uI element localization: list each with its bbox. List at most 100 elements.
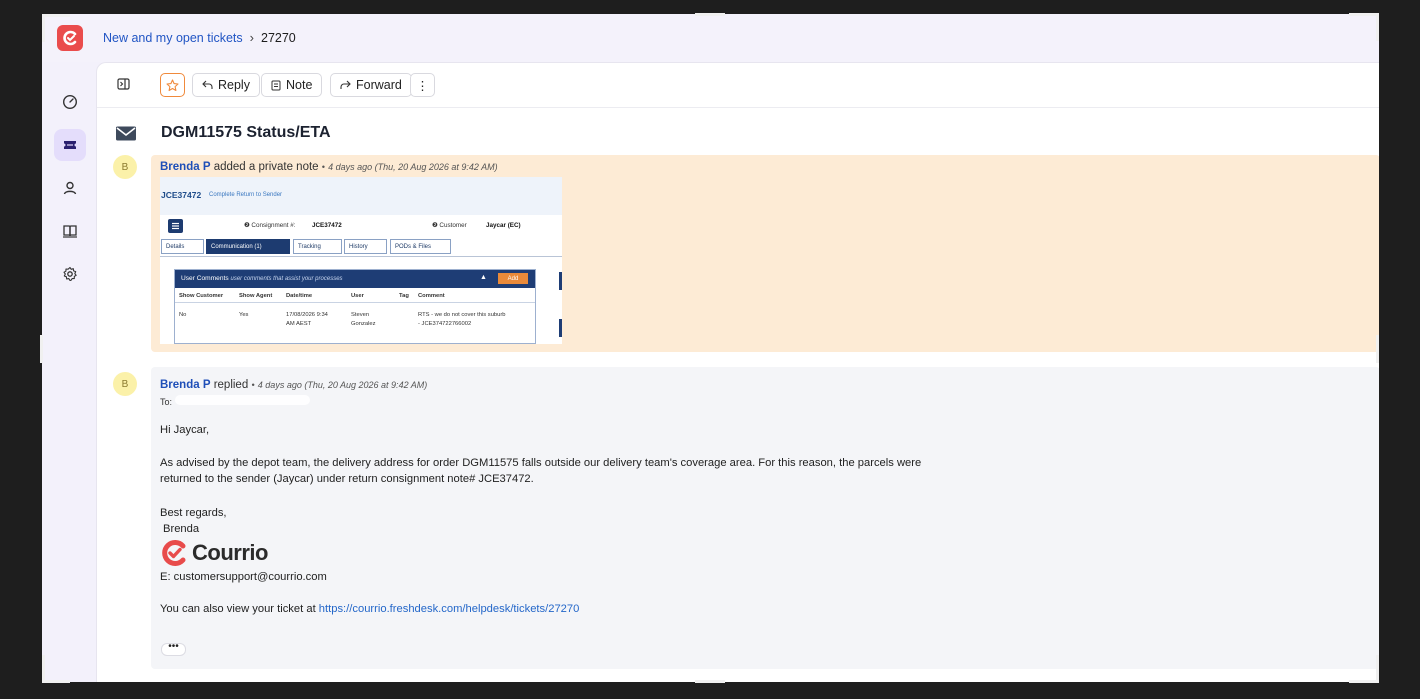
shot-tabs: Details Communication (1) Tracking Histo… bbox=[160, 239, 562, 257]
nav-tickets[interactable] bbox=[54, 129, 86, 161]
shot-col-user: User bbox=[351, 293, 364, 299]
shot-comments-panel: User Comments user comments that assist … bbox=[174, 269, 536, 344]
star-button[interactable] bbox=[160, 73, 185, 97]
reply-arrow-icon bbox=[202, 80, 213, 89]
top-bar: New and my open tickets › 27270 bbox=[42, 14, 1379, 62]
shot-right-edge-bar-2 bbox=[559, 319, 562, 337]
shot-cell-comment: RTS - we do not cover this suburb - JCE37… bbox=[418, 311, 506, 329]
reply-signature-name: Brenda bbox=[163, 523, 200, 535]
ticket-toolbar: Reply Note Forward ⋮ bbox=[97, 63, 1379, 108]
more-dots-icon: ⋮ bbox=[416, 78, 429, 93]
book-icon bbox=[63, 225, 77, 238]
shot-cell-datetime-1: 17/08/2026 9:34 bbox=[286, 312, 328, 318]
crop-marker bbox=[1376, 13, 1379, 41]
app-logo[interactable] bbox=[57, 25, 83, 51]
private-note-card: Brenda P added a private note • 4 days a… bbox=[151, 155, 1379, 352]
reply-action: replied bbox=[213, 379, 249, 391]
reply-button[interactable]: Reply bbox=[192, 73, 260, 97]
nav-dashboard[interactable] bbox=[54, 86, 86, 118]
shot-cell-datetime-2: AM AEST bbox=[286, 321, 312, 327]
logo-icon bbox=[63, 30, 77, 46]
toggle-sidebar-button[interactable] bbox=[117, 77, 130, 95]
shot-tab-pods: PODs & Files bbox=[390, 239, 451, 254]
note-author-avatar: B bbox=[113, 155, 137, 179]
shot-col-tag: Tag bbox=[399, 293, 409, 299]
crop-marker bbox=[42, 655, 45, 683]
shot-panel-title-text: User Comments bbox=[181, 275, 229, 282]
shot-add-button: Add bbox=[498, 273, 528, 284]
shot-collapse-caret-icon: ▲ bbox=[480, 274, 487, 281]
note-meta: Brenda P added a private note • 4 days a… bbox=[160, 161, 498, 173]
shot-right-edge-bar bbox=[559, 272, 562, 290]
reply-to-label: To: bbox=[160, 397, 173, 407]
forward-button[interactable]: Forward bbox=[330, 73, 412, 97]
shot-tab-details: Details bbox=[161, 239, 204, 254]
nav-contacts[interactable] bbox=[54, 172, 86, 204]
reply-signoff: Best regards, bbox=[160, 507, 227, 519]
shot-customer-label: ❷ Customer bbox=[432, 222, 467, 229]
breadcrumb: New and my open tickets › 27270 bbox=[103, 30, 296, 45]
app-window: New and my open tickets › 27270 Reply No… bbox=[42, 14, 1379, 682]
forward-arrow-icon bbox=[340, 80, 351, 89]
gear-icon bbox=[63, 266, 77, 282]
breadcrumb-current: 27270 bbox=[261, 30, 296, 45]
ticket-detail-panel: Reply Note Forward ⋮ DGM11575 Status/ETA… bbox=[96, 62, 1379, 682]
reply-timestamp: 4 days ago (Thu, 20 Aug 2026 at 9:42 AM) bbox=[257, 380, 428, 390]
show-quoted-text-button[interactable]: ••• bbox=[161, 642, 186, 656]
reply-label: Reply bbox=[218, 78, 250, 92]
panel-toggle-icon bbox=[117, 78, 130, 90]
reply-greeting: Hi Jaycar, bbox=[160, 424, 210, 436]
person-icon bbox=[63, 181, 77, 195]
shot-menu-icon bbox=[168, 219, 183, 233]
reply-view-ticket-line: You can also view your ticket at https:/… bbox=[160, 601, 579, 617]
shot-panel-subtitle: user comments that assist your processes bbox=[230, 276, 343, 282]
more-actions-button[interactable]: ⋮ bbox=[410, 73, 435, 97]
crop-marker bbox=[1349, 13, 1379, 16]
shot-col-show-agent: Show Agent bbox=[239, 293, 273, 299]
reply-author-avatar: B bbox=[113, 372, 137, 396]
breadcrumb-parent-link[interactable]: New and my open tickets bbox=[103, 31, 243, 45]
shot-cell-user-1: Steven bbox=[351, 312, 370, 318]
note-dot: • bbox=[321, 162, 325, 172]
note-author-link[interactable]: Brenda P bbox=[160, 161, 211, 173]
crop-marker bbox=[42, 680, 70, 683]
shot-tab-history: History bbox=[344, 239, 387, 254]
note-icon bbox=[271, 80, 281, 90]
shot-cell-comment-1: RTS - we do not cover this suburb bbox=[418, 312, 506, 318]
view-ticket-prefix: You can also view your ticket at bbox=[160, 603, 319, 615]
crop-marker bbox=[1376, 335, 1379, 363]
shot-tab-tracking: Tracking bbox=[293, 239, 342, 254]
shot-customer-value: Jaycar (EC) bbox=[486, 222, 521, 229]
reply-meta: Brenda P replied • 4 days ago (Thu, 20 A… bbox=[160, 379, 427, 391]
ticket-portal-link[interactable]: https://courrio.freshdesk.com/helpdesk/t… bbox=[319, 603, 580, 615]
email-source-icon bbox=[115, 125, 137, 147]
crop-marker bbox=[42, 14, 70, 17]
crop-marker bbox=[695, 13, 725, 16]
shot-panel-header: User Comments user comments that assist … bbox=[175, 270, 535, 288]
nav-knowledge-base[interactable] bbox=[54, 215, 86, 247]
shot-cell-comment-2: - JCE374722766002 bbox=[418, 321, 472, 327]
note-label: Note bbox=[286, 78, 313, 92]
crop-marker bbox=[42, 14, 45, 42]
nav-settings[interactable] bbox=[54, 258, 86, 290]
reply-author-link[interactable]: Brenda P bbox=[160, 379, 211, 391]
attached-screenshot[interactable]: JCE37472 Complete Return to Sender ❷ Con… bbox=[160, 177, 562, 344]
breadcrumb-separator: › bbox=[249, 30, 254, 45]
redacted-recipient bbox=[175, 395, 310, 405]
shot-consignment-label: ❷ Consignment #: bbox=[244, 222, 296, 229]
shot-cell-show-customer: No bbox=[179, 312, 187, 318]
ticket-icon bbox=[64, 141, 76, 149]
note-action: added a private note bbox=[213, 161, 319, 173]
crop-marker bbox=[695, 680, 725, 683]
shot-col-comment: Comment bbox=[418, 293, 445, 299]
shot-col-show-customer: Show Customer bbox=[179, 293, 224, 299]
shot-consignment-status: Complete Return to Sender bbox=[209, 192, 283, 198]
shot-cell-show-agent: Yes bbox=[239, 312, 249, 318]
shot-col-datetime: Date/time bbox=[286, 293, 313, 299]
note-button[interactable]: Note bbox=[261, 73, 323, 97]
shot-cell-user: Steven Gonzalez bbox=[351, 311, 376, 329]
reply-paragraph-line-1: As advised by the depot team, the delive… bbox=[160, 457, 922, 469]
shot-consignment-value: JCE37472 bbox=[312, 222, 342, 229]
shot-cell-datetime: 17/08/2026 9:34 AM AEST bbox=[286, 311, 328, 329]
crop-marker bbox=[1349, 680, 1379, 683]
